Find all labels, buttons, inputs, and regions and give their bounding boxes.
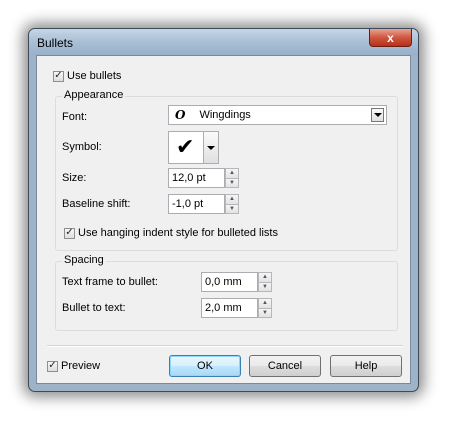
spin-down-icon[interactable]: ▼: [258, 308, 272, 318]
preview-label: Preview: [61, 360, 101, 372]
baseline-shift-label: Baseline shift:: [62, 198, 131, 210]
preview-checkbox[interactable]: ✓: [47, 360, 58, 372]
font-dropdown-button[interactable]: [371, 108, 384, 122]
spin-down-icon[interactable]: ▼: [258, 282, 272, 292]
ok-button[interactable]: OK: [169, 355, 241, 377]
close-button[interactable]: x: [369, 29, 412, 47]
preview-row[interactable]: ✓ Preview: [47, 360, 100, 372]
size-label: Size:: [62, 172, 87, 184]
symbol-label: Symbol:: [62, 141, 102, 153]
close-icon: x: [387, 30, 394, 45]
ok-button-label: OK: [197, 360, 213, 372]
frame-to-bullet-label: Text frame to bullet:: [62, 276, 158, 288]
window-title: Bullets: [37, 36, 74, 50]
spin-up-icon[interactable]: ▲: [225, 168, 239, 179]
size-value: 12,0 pt: [172, 172, 206, 184]
title-bar[interactable]: Bullets x: [29, 29, 418, 55]
footer-separator: [47, 345, 403, 347]
appearance-group-title: Appearance: [62, 89, 126, 101]
checkmark-icon: ✓: [48, 360, 57, 371]
checkmark-icon: ✓: [65, 227, 74, 238]
spacing-group-title: Spacing: [62, 254, 106, 266]
spin-down-icon[interactable]: ▼: [225, 178, 239, 188]
use-bullets-label: Use bullets: [67, 70, 122, 82]
frame-to-bullet-spinner[interactable]: ▲ ▼: [258, 272, 272, 292]
spin-up-icon[interactable]: ▲: [258, 298, 272, 309]
use-bullets-checkbox[interactable]: ✓: [53, 70, 64, 82]
help-button-label: Help: [354, 360, 378, 372]
cancel-button-label: Cancel: [267, 360, 303, 372]
symbol-dropdown-button[interactable]: [203, 132, 218, 163]
dialog-body: ✓ Use bullets Appearance Font: O Wingdin…: [36, 55, 411, 384]
font-label: Font:: [62, 111, 88, 123]
cancel-button[interactable]: Cancel: [249, 355, 321, 377]
font-select[interactable]: O Wingdings: [168, 105, 387, 125]
baseline-shift-value: -1,0 pt: [172, 198, 204, 210]
bullet-to-text-spinner[interactable]: ▲ ▼: [258, 298, 272, 318]
frame-to-bullet-value: 0,0 mm: [205, 276, 242, 288]
symbol-picker[interactable]: ✔: [168, 131, 219, 164]
bullet-to-text-input[interactable]: 2,0 mm: [201, 298, 258, 318]
use-bullets-row[interactable]: ✓ Use bullets: [53, 70, 121, 82]
bullet-to-text-value: 2,0 mm: [205, 302, 242, 314]
bullets-dialog: Bullets x ✓ Use bullets Appearance Font:…: [28, 28, 419, 392]
symbol-preview: ✔: [176, 135, 195, 160]
frame-to-bullet-input[interactable]: 0,0 mm: [201, 272, 258, 292]
chevron-down-icon: [207, 145, 215, 150]
font-value: Wingdings: [199, 109, 251, 121]
spin-up-icon[interactable]: ▲: [258, 272, 272, 283]
baseline-shift-input[interactable]: -1,0 pt: [168, 194, 225, 214]
help-button[interactable]: Help: [330, 355, 402, 377]
hanging-indent-checkbox[interactable]: ✓: [64, 227, 75, 239]
bullet-to-text-label: Bullet to text:: [62, 302, 126, 314]
hanging-indent-label: Use hanging indent style for bulleted li…: [78, 227, 278, 239]
baseline-shift-spinner[interactable]: ▲ ▼: [225, 194, 239, 214]
checkmark-icon: ✓: [54, 70, 63, 81]
hanging-indent-row[interactable]: ✓ Use hanging indent style for bulleted …: [64, 227, 278, 239]
size-input[interactable]: 12,0 pt: [168, 168, 225, 188]
spin-down-icon[interactable]: ▼: [225, 204, 239, 214]
size-spinner[interactable]: ▲ ▼: [225, 168, 239, 188]
chevron-down-icon: [373, 113, 382, 117]
opentype-font-icon: O: [175, 108, 186, 122]
spin-up-icon[interactable]: ▲: [225, 194, 239, 205]
